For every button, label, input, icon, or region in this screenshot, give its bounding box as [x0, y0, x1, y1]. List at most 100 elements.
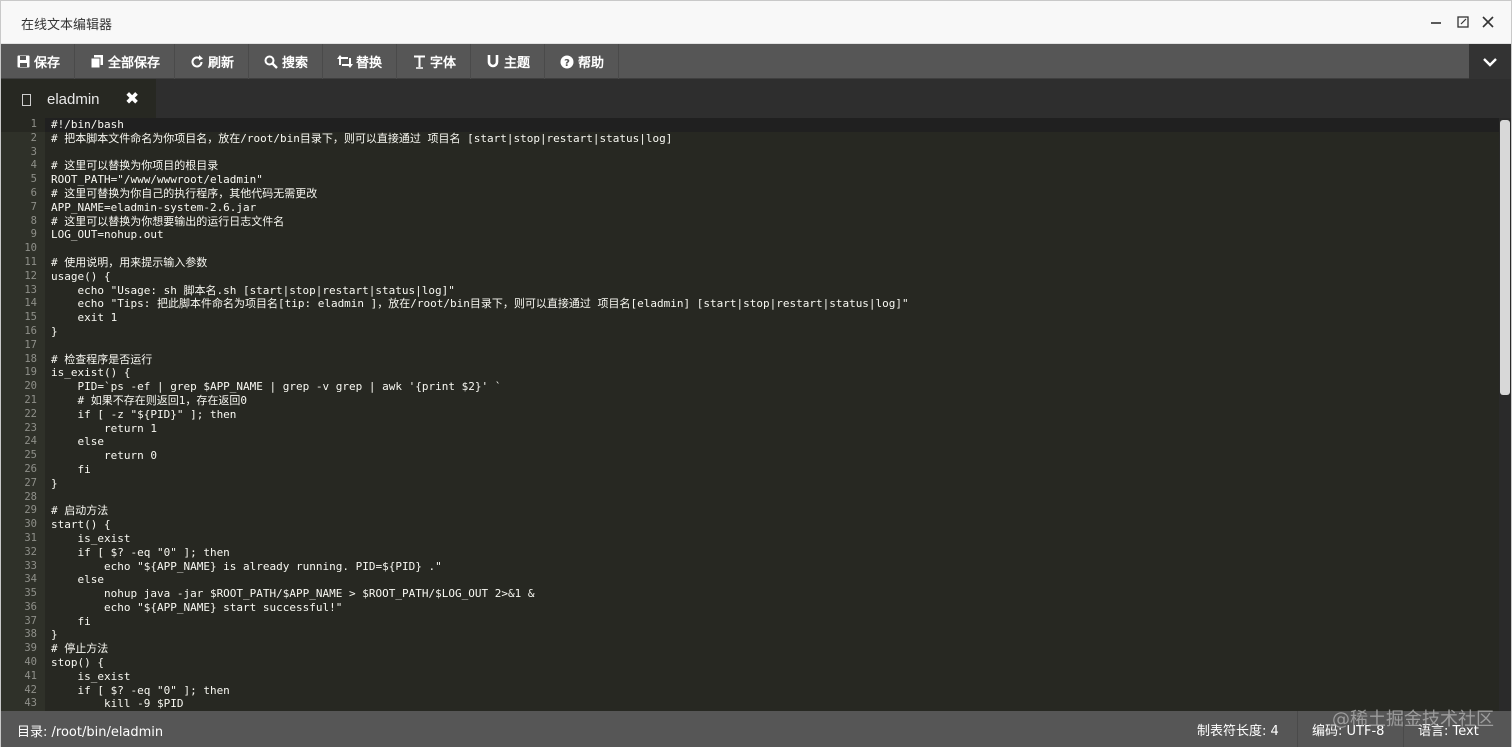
line-number: 31: [24, 531, 37, 544]
code-line: nohup java -jar $ROOT_PATH/$APP_NAME > $…: [51, 587, 535, 601]
tab-eladmin[interactable]: eladmin ✖: [1, 79, 156, 118]
code-line: is_exist() {: [51, 366, 131, 380]
line-number: 23: [24, 421, 37, 434]
code-line: exit 1: [51, 311, 118, 325]
code-line: # 如果不存在则返回1，存在返回0: [51, 393, 247, 407]
replace-button[interactable]: 替换: [323, 44, 397, 79]
refresh-button[interactable]: 刷新: [175, 44, 249, 79]
line-number: 20: [24, 380, 37, 393]
maximize-button[interactable]: [1453, 12, 1473, 32]
chevron-down-icon: [1483, 57, 1497, 67]
line-number: 42: [24, 683, 37, 696]
code-line: APP_NAME=eladmin-system-2.6.jar: [51, 200, 257, 214]
code-line: else: [51, 435, 104, 449]
code-line: # 这里可以替换为你项目的根目录: [51, 159, 219, 173]
directory-path: 目录: /root/bin/eladmin: [17, 725, 164, 740]
line-number: 18: [24, 352, 37, 365]
font-button[interactable]: 字体: [397, 44, 471, 79]
line-number: 27: [24, 476, 37, 489]
line-number: 36: [24, 600, 37, 613]
floppy-disk-icon: [15, 55, 31, 68]
line-number: 29: [24, 504, 37, 517]
refresh-icon: [189, 54, 205, 69]
code-line: is_exist: [51, 531, 131, 545]
code-line: PID=`ps -ef | grep $APP_NAME | grep -v g…: [51, 380, 502, 394]
line-number: 6: [30, 186, 37, 199]
close-icon: [1482, 16, 1494, 28]
search-button[interactable]: 搜索: [249, 44, 323, 79]
save-all-button[interactable]: 全部保存: [75, 44, 175, 79]
line-number: 17: [24, 338, 37, 351]
code-line: }: [51, 324, 58, 338]
code-line: start() {: [51, 518, 111, 532]
code-line: }: [51, 628, 58, 642]
code-editor[interactable]: 1 2 3 4 5 6 7 8 9 10 11 12 13 14 15 16 17 18 19 20 21 22 23 24 2…: [1, 118, 1511, 711]
code-line: echo "Usage: sh 脚本名.sh [start|stop|resta…: [51, 283, 455, 297]
line-number: 9: [30, 228, 37, 241]
minimize-button[interactable]: [1426, 12, 1446, 32]
line-number: 12: [24, 269, 37, 282]
code-line: if [ $? -eq "0" ]; then: [51, 545, 230, 559]
code-content[interactable]: #!/bin/bash # 把本脚本文件命名为你项目名，放在/root/bin目录…: [51, 118, 1491, 711]
line-number: 21: [24, 393, 37, 406]
code-line: # 启动方法: [51, 504, 109, 518]
line-number: 10: [24, 242, 37, 255]
file-icon: [22, 94, 31, 106]
line-number: 3: [30, 145, 37, 158]
line-number: 26: [24, 462, 37, 475]
code-line: # 这里可以替换为你想要输出的运行日志文件名: [51, 214, 285, 228]
help-button[interactable]: ? 帮助: [545, 44, 619, 79]
tab-size-indicator[interactable]: 制表符长度: 4: [1183, 711, 1293, 747]
line-number: 7: [30, 200, 37, 213]
line-number: 2: [30, 131, 37, 144]
line-number: 43: [24, 697, 37, 710]
encoding-indicator[interactable]: 编码: UTF-8: [1297, 711, 1398, 747]
code-line: ROOT_PATH="/www/wwwroot/eladmin": [51, 173, 263, 187]
code-line: echo "${APP_NAME} start successful!": [51, 600, 343, 614]
line-number: 38: [24, 628, 37, 641]
line-number: 32: [24, 545, 37, 558]
code-line: return 0: [51, 449, 157, 463]
line-number: 30: [24, 518, 37, 531]
toolbar-collapse-button[interactable]: [1469, 44, 1511, 79]
copy-icon: [89, 55, 105, 68]
line-number: 34: [24, 573, 37, 586]
text-cursor-icon: [411, 55, 427, 69]
line-number: 33: [24, 559, 37, 572]
line-number: 19: [24, 366, 37, 379]
code-line: # 使用说明，用来提示输入参数: [51, 255, 208, 269]
line-number: 39: [24, 642, 37, 655]
status-bar: 目录: /root/bin/eladmin 制表符长度: 4 编码: UTF-8…: [1, 711, 1511, 747]
code-line: else: [51, 573, 104, 587]
line-number: 8: [30, 214, 37, 227]
window-title: 在线文本编辑器: [21, 18, 113, 33]
line-number: 37: [24, 614, 37, 627]
line-number: 22: [24, 407, 37, 420]
language-indicator[interactable]: 语言: Text: [1403, 711, 1493, 747]
line-number: 15: [24, 311, 37, 324]
line-number: 40: [24, 656, 37, 669]
code-line: fi: [51, 462, 91, 476]
line-number: 4: [30, 159, 37, 172]
code-line: LOG_OUT=nohup.out: [51, 228, 164, 242]
code-line: return 1: [51, 421, 157, 435]
code-line: is_exist: [51, 669, 131, 683]
close-window-button[interactable]: [1478, 12, 1498, 32]
code-line: stop() {: [51, 656, 104, 670]
code-line: # 检查程序是否运行: [51, 352, 153, 366]
scrollbar-thumb[interactable]: [1500, 120, 1510, 395]
save-button[interactable]: 保存: [1, 44, 75, 79]
vertical-scrollbar[interactable]: [1499, 118, 1511, 711]
code-line: # 停止方法: [51, 642, 109, 656]
tab-close-icon[interactable]: ✖: [125, 90, 139, 107]
line-number: 14: [24, 297, 37, 310]
line-number: 16: [24, 324, 37, 337]
theme-button[interactable]: 主题: [471, 44, 545, 79]
code-line: }: [51, 476, 58, 490]
code-line: if [ -z "${PID}" ]; then: [51, 407, 237, 421]
code-line: if [ $? -eq "0" ]; then: [51, 683, 230, 697]
line-number: 5: [30, 173, 37, 186]
retweet-icon: [337, 55, 353, 68]
